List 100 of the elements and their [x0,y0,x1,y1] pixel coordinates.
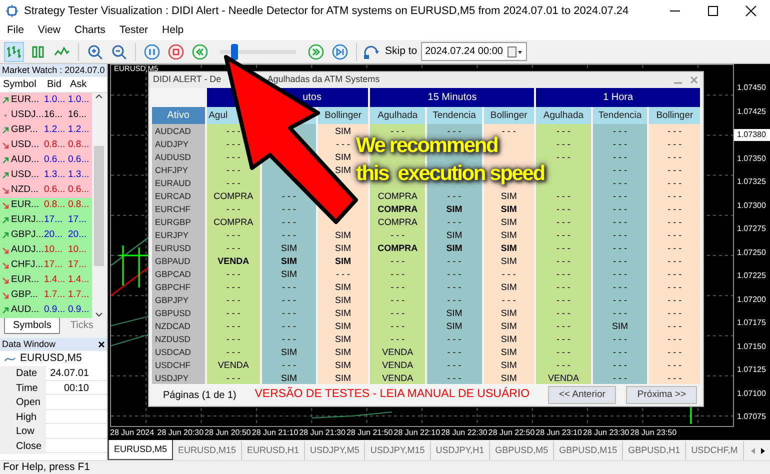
scroll-up-icon[interactable] [95,93,103,99]
quote-row[interactable]: NZD... 0.6... 0.6... [0,183,92,198]
chart-tab[interactable]: EURUSD,H1 [242,440,306,460]
up-arrow-icon [2,217,9,224]
close-icon[interactable] [745,5,757,17]
bar-chart-icon[interactable] [6,44,22,60]
status-text: For Help, press F1 [0,460,770,474]
menu-item[interactable]: File [0,23,31,39]
menu-item[interactable]: View [30,23,68,39]
panel-tab[interactable]: Ticks [62,318,102,334]
price-label: 1.07100 [736,388,767,400]
quote-row[interactable]: EUR... 0.8... 0.8... [0,198,92,213]
quote-row[interactable]: EURJ...17... 17... [0,213,92,228]
column-header: Bollinger [649,107,700,124]
quote-row[interactable]: USD... 0.8... 0.8... [0,138,92,153]
menu-item[interactable]: Charts [68,23,112,39]
bid-price: 16... [44,108,64,122]
symbol-cell: GBPCAD [152,267,205,280]
fast-forward-icon[interactable] [308,44,324,60]
time-label: 28 Jun 21:10 [252,427,300,439]
time-label: 28 Jun 22:30 [441,427,488,439]
symbol-cell: EURCHF [152,202,205,215]
quote-row[interactable]: EUR... 1.4... 1.4... [0,273,92,288]
maximize-icon[interactable] [707,5,719,17]
down-arrow-icon [2,262,9,269]
calendar-icon[interactable] [506,46,523,58]
stop-icon[interactable] [168,44,184,60]
close-icon[interactable] [98,341,105,348]
quote-row[interactable]: USD... 1.3... 1.3... [0,168,92,183]
group-header: 15 Minutos [370,88,534,107]
table-cell: - - - [282,294,296,304]
slider-thumb[interactable] [231,44,238,60]
table-cell: SIM [446,230,462,240]
ask-price: 17... [68,213,88,228]
price-label: 1.07250 [736,246,767,258]
quote-row[interactable]: GBP... 1.2... 1.2... [0,123,92,138]
chart-tab[interactable]: USDJPY,H1 [430,440,490,460]
table-cell: - - - [668,282,682,292]
table-cell: SIM [500,360,517,370]
symbol-name: CHFJ... [11,258,44,272]
skip-end-icon[interactable] [332,44,348,60]
pause-icon[interactable] [144,44,160,60]
table-cell: SIM [612,320,628,330]
table-cell: - - - [226,320,240,330]
date-field[interactable]: 2024.07.24 00:00 [421,42,527,61]
bid-price: 1.2... [44,123,66,138]
quote-row[interactable]: AUD... 0.6... 0.6... [0,153,92,168]
chart-tab[interactable]: GBPUSD,M15 [554,440,624,460]
table-cell: - - - [447,372,462,382]
scrollbar-thumb[interactable] [94,146,104,266]
chart-tab[interactable]: USDJPY,M5 [305,440,366,460]
chart-tab[interactable]: GBPUSD,H1 [623,440,686,460]
chart-tab[interactable]: EURUSD,M5 [108,440,174,460]
panel-tab[interactable]: Symbols [4,318,60,334]
table-cell: - - - [668,268,682,278]
zoom-out-icon[interactable] [111,44,127,60]
quote-row[interactable]: AUDJ...10... 10... [0,243,92,258]
table-cell: - - - [282,308,296,318]
table-cell: VENDA [382,372,414,382]
menu-item[interactable]: Help [155,23,191,39]
table-cell: COMPRA [214,216,254,226]
up-arrow-icon [2,307,9,314]
notice-text: VERSÃO DE TESTES - LEIA MANUAL DE USUÁRIO [254,386,531,402]
table-cell: - - - [226,346,240,356]
rewind-icon[interactable] [192,44,208,60]
quote-row[interactable]: GBPJ...20... 20... [0,228,92,243]
scroll-down-icon[interactable] [95,312,103,318]
table-cell: - - - [226,138,240,148]
quote-row[interactable]: USDJ...16... 16... [0,108,92,123]
menu-item[interactable]: Tester [112,23,156,39]
table-cell: SIM [500,204,517,214]
chart-tab[interactable]: EURUSD,M15 [173,440,242,460]
zoom-in-icon[interactable] [87,44,103,60]
down-arrow-icon [2,142,9,149]
table-cell: - - - [390,282,405,292]
quote-row[interactable]: GBP... 1.7... 1.7... [0,288,92,303]
table-cell: SIM [500,320,517,330]
table-cell: - - - [447,334,462,344]
candlestick-icon[interactable] [30,44,46,60]
table-cell: - - - [390,334,405,344]
column-header[interactable]: Ask [67,77,90,92]
table-cell: SIM [446,242,462,252]
skip-to-icon[interactable] [363,44,381,60]
quote-row[interactable]: AUD... 0.9... 0.9... [0,303,92,318]
chart-tab[interactable]: USDCHF,M [686,440,744,460]
column-header[interactable]: Symbol [0,77,44,92]
scroll-right-icon[interactable] [760,447,766,455]
chart-tab[interactable]: USDJPY,M15 [365,440,431,460]
column-header[interactable]: Bid [44,77,67,92]
pager-button[interactable]: << Anterior [548,386,616,404]
quote-row[interactable]: EUR... 1.0... 1.0... [0,93,92,108]
chart-tab[interactable]: GBPUSD,M5 [490,440,554,460]
table-cell: COMPRA [378,204,418,214]
table-cell: SIM [335,308,352,318]
quote-row[interactable]: CHFJ...17... 17... [0,258,92,273]
pager-button[interactable]: Próxima >> [626,386,697,404]
time-label: 28 Jun 23:50 [630,427,678,439]
table-cell: - - - [668,190,682,200]
field-label: Open [0,395,46,410]
table-cell: - - - [668,320,682,330]
